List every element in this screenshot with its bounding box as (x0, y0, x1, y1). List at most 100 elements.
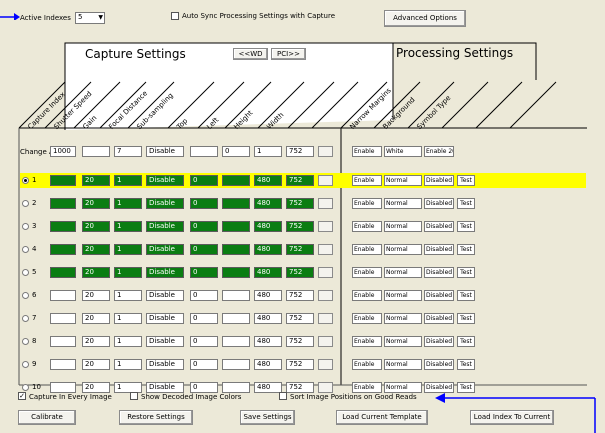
row-cell[interactable]: Disable (146, 198, 184, 209)
all-apply-button[interactable] (318, 146, 333, 157)
row-cell[interactable]: 20 (82, 267, 110, 278)
row-apply-button[interactable] (318, 359, 333, 370)
row-cell[interactable]: 20 (82, 198, 110, 209)
row-apply-button[interactable] (318, 313, 333, 324)
row-cell[interactable]: 0 (190, 198, 218, 209)
row-cell[interactable]: 1 (114, 244, 142, 255)
row-cell[interactable]: 1 (114, 221, 142, 232)
row-apply-button[interactable] (318, 267, 333, 278)
row-cell[interactable]: 0 (190, 221, 218, 232)
row-radio[interactable] (22, 315, 29, 322)
row-cell[interactable] (222, 175, 250, 186)
row-cell[interactable]: 480 (254, 290, 282, 301)
all-narrow-field[interactable]: Enable (352, 146, 382, 157)
row-proc-cell[interactable]: Normal (384, 336, 422, 347)
all-top-field[interactable] (190, 146, 218, 157)
save-settings-button[interactable]: Save Settings (240, 410, 295, 425)
row-radio[interactable] (22, 384, 29, 391)
row-proc-cell[interactable]: Enable (352, 290, 382, 301)
row-apply-button[interactable] (318, 221, 333, 232)
row-cell[interactable] (50, 313, 76, 324)
row-cell[interactable]: 1 (114, 290, 142, 301)
row-cell[interactable]: Disable (146, 267, 184, 278)
row-proc-cell[interactable]: Disabled (424, 336, 454, 347)
row-cell[interactable] (222, 290, 250, 301)
row-cell[interactable]: 480 (254, 198, 282, 209)
row-test-button[interactable]: Test (457, 198, 475, 209)
row-cell[interactable]: 20 (82, 244, 110, 255)
row-proc-cell[interactable]: Enable (352, 244, 382, 255)
row-proc-cell[interactable]: Disabled (424, 359, 454, 370)
row-test-button[interactable]: Test (457, 221, 475, 232)
row-apply-button[interactable] (318, 198, 333, 209)
row-test-button[interactable]: Test (457, 359, 475, 370)
row-proc-cell[interactable]: Normal (384, 359, 422, 370)
row-radio[interactable] (22, 246, 29, 253)
row-apply-button[interactable] (318, 244, 333, 255)
row-proc-cell[interactable]: Disabled (424, 290, 454, 301)
row-cell[interactable] (50, 267, 76, 278)
row-proc-cell[interactable]: Enable (352, 175, 382, 186)
row-cell[interactable]: 1 (114, 267, 142, 278)
row-radio[interactable] (22, 338, 29, 345)
row-proc-cell[interactable]: Enable (352, 198, 382, 209)
all-height-field[interactable]: 1 (254, 146, 282, 157)
row-cell[interactable]: Disable (146, 221, 184, 232)
row-cell[interactable] (222, 198, 250, 209)
row-cell[interactable]: 1 (114, 336, 142, 347)
row-cell[interactable]: 20 (82, 313, 110, 324)
row-cell[interactable]: 480 (254, 382, 282, 393)
row-cell[interactable] (222, 336, 250, 347)
row-cell[interactable]: 20 (82, 175, 110, 186)
row-test-button[interactable]: Test (457, 244, 475, 255)
row-cell[interactable]: 20 (82, 382, 110, 393)
row-cell[interactable]: 0 (190, 382, 218, 393)
row-cell[interactable]: 20 (82, 359, 110, 370)
row-cell[interactable] (50, 359, 76, 370)
row-cell[interactable]: 20 (82, 336, 110, 347)
all-background-field[interactable]: White (384, 146, 422, 157)
row-cell[interactable]: 480 (254, 267, 282, 278)
prev-button[interactable]: <<WD (233, 48, 268, 60)
row-cell[interactable]: 0 (190, 313, 218, 324)
row-cell[interactable]: 752 (286, 244, 314, 255)
row-cell[interactable]: 0 (190, 244, 218, 255)
restore-settings-button[interactable]: Restore Settings (119, 410, 193, 425)
row-proc-cell[interactable]: Disabled (424, 244, 454, 255)
next-button[interactable]: PCI>> (271, 48, 306, 60)
row-cell[interactable]: 752 (286, 290, 314, 301)
row-proc-cell[interactable]: Normal (384, 198, 422, 209)
row-cell[interactable]: 752 (286, 382, 314, 393)
row-proc-cell[interactable]: Normal (384, 290, 422, 301)
row-test-button[interactable]: Test (457, 336, 475, 347)
row-cell[interactable]: Disable (146, 382, 184, 393)
row-cell[interactable]: 0 (190, 267, 218, 278)
row-cell[interactable]: 480 (254, 336, 282, 347)
all-width-field[interactable]: 752 (286, 146, 314, 157)
row-cell[interactable] (222, 359, 250, 370)
row-cell[interactable]: 20 (82, 221, 110, 232)
calibrate-button[interactable]: Calibrate (18, 410, 76, 425)
row-cell[interactable] (222, 244, 250, 255)
row-cell[interactable]: 752 (286, 313, 314, 324)
all-shutter-field[interactable]: 1000 (50, 146, 76, 157)
row-proc-cell[interactable]: Normal (384, 313, 422, 324)
row-cell[interactable]: 752 (286, 359, 314, 370)
row-test-button[interactable]: Test (457, 175, 475, 186)
row-cell[interactable]: 480 (254, 221, 282, 232)
row-cell[interactable]: 480 (254, 244, 282, 255)
row-cell[interactable]: Disable (146, 175, 184, 186)
row-proc-cell[interactable]: Disabled (424, 267, 454, 278)
row-cell[interactable] (50, 382, 76, 393)
row-cell[interactable]: 752 (286, 221, 314, 232)
row-cell[interactable]: 752 (286, 198, 314, 209)
opt1-checkbox[interactable]: ✓ (18, 392, 26, 400)
all-symbol-field[interactable]: Enable 2000 (424, 146, 454, 157)
row-radio[interactable] (22, 269, 29, 276)
row-radio[interactable] (22, 200, 29, 207)
row-apply-button[interactable] (318, 336, 333, 347)
all-subsample-field[interactable]: Disable (146, 146, 184, 157)
row-proc-cell[interactable]: Normal (384, 267, 422, 278)
opt2-checkbox[interactable] (130, 392, 138, 400)
row-cell[interactable]: Disable (146, 336, 184, 347)
